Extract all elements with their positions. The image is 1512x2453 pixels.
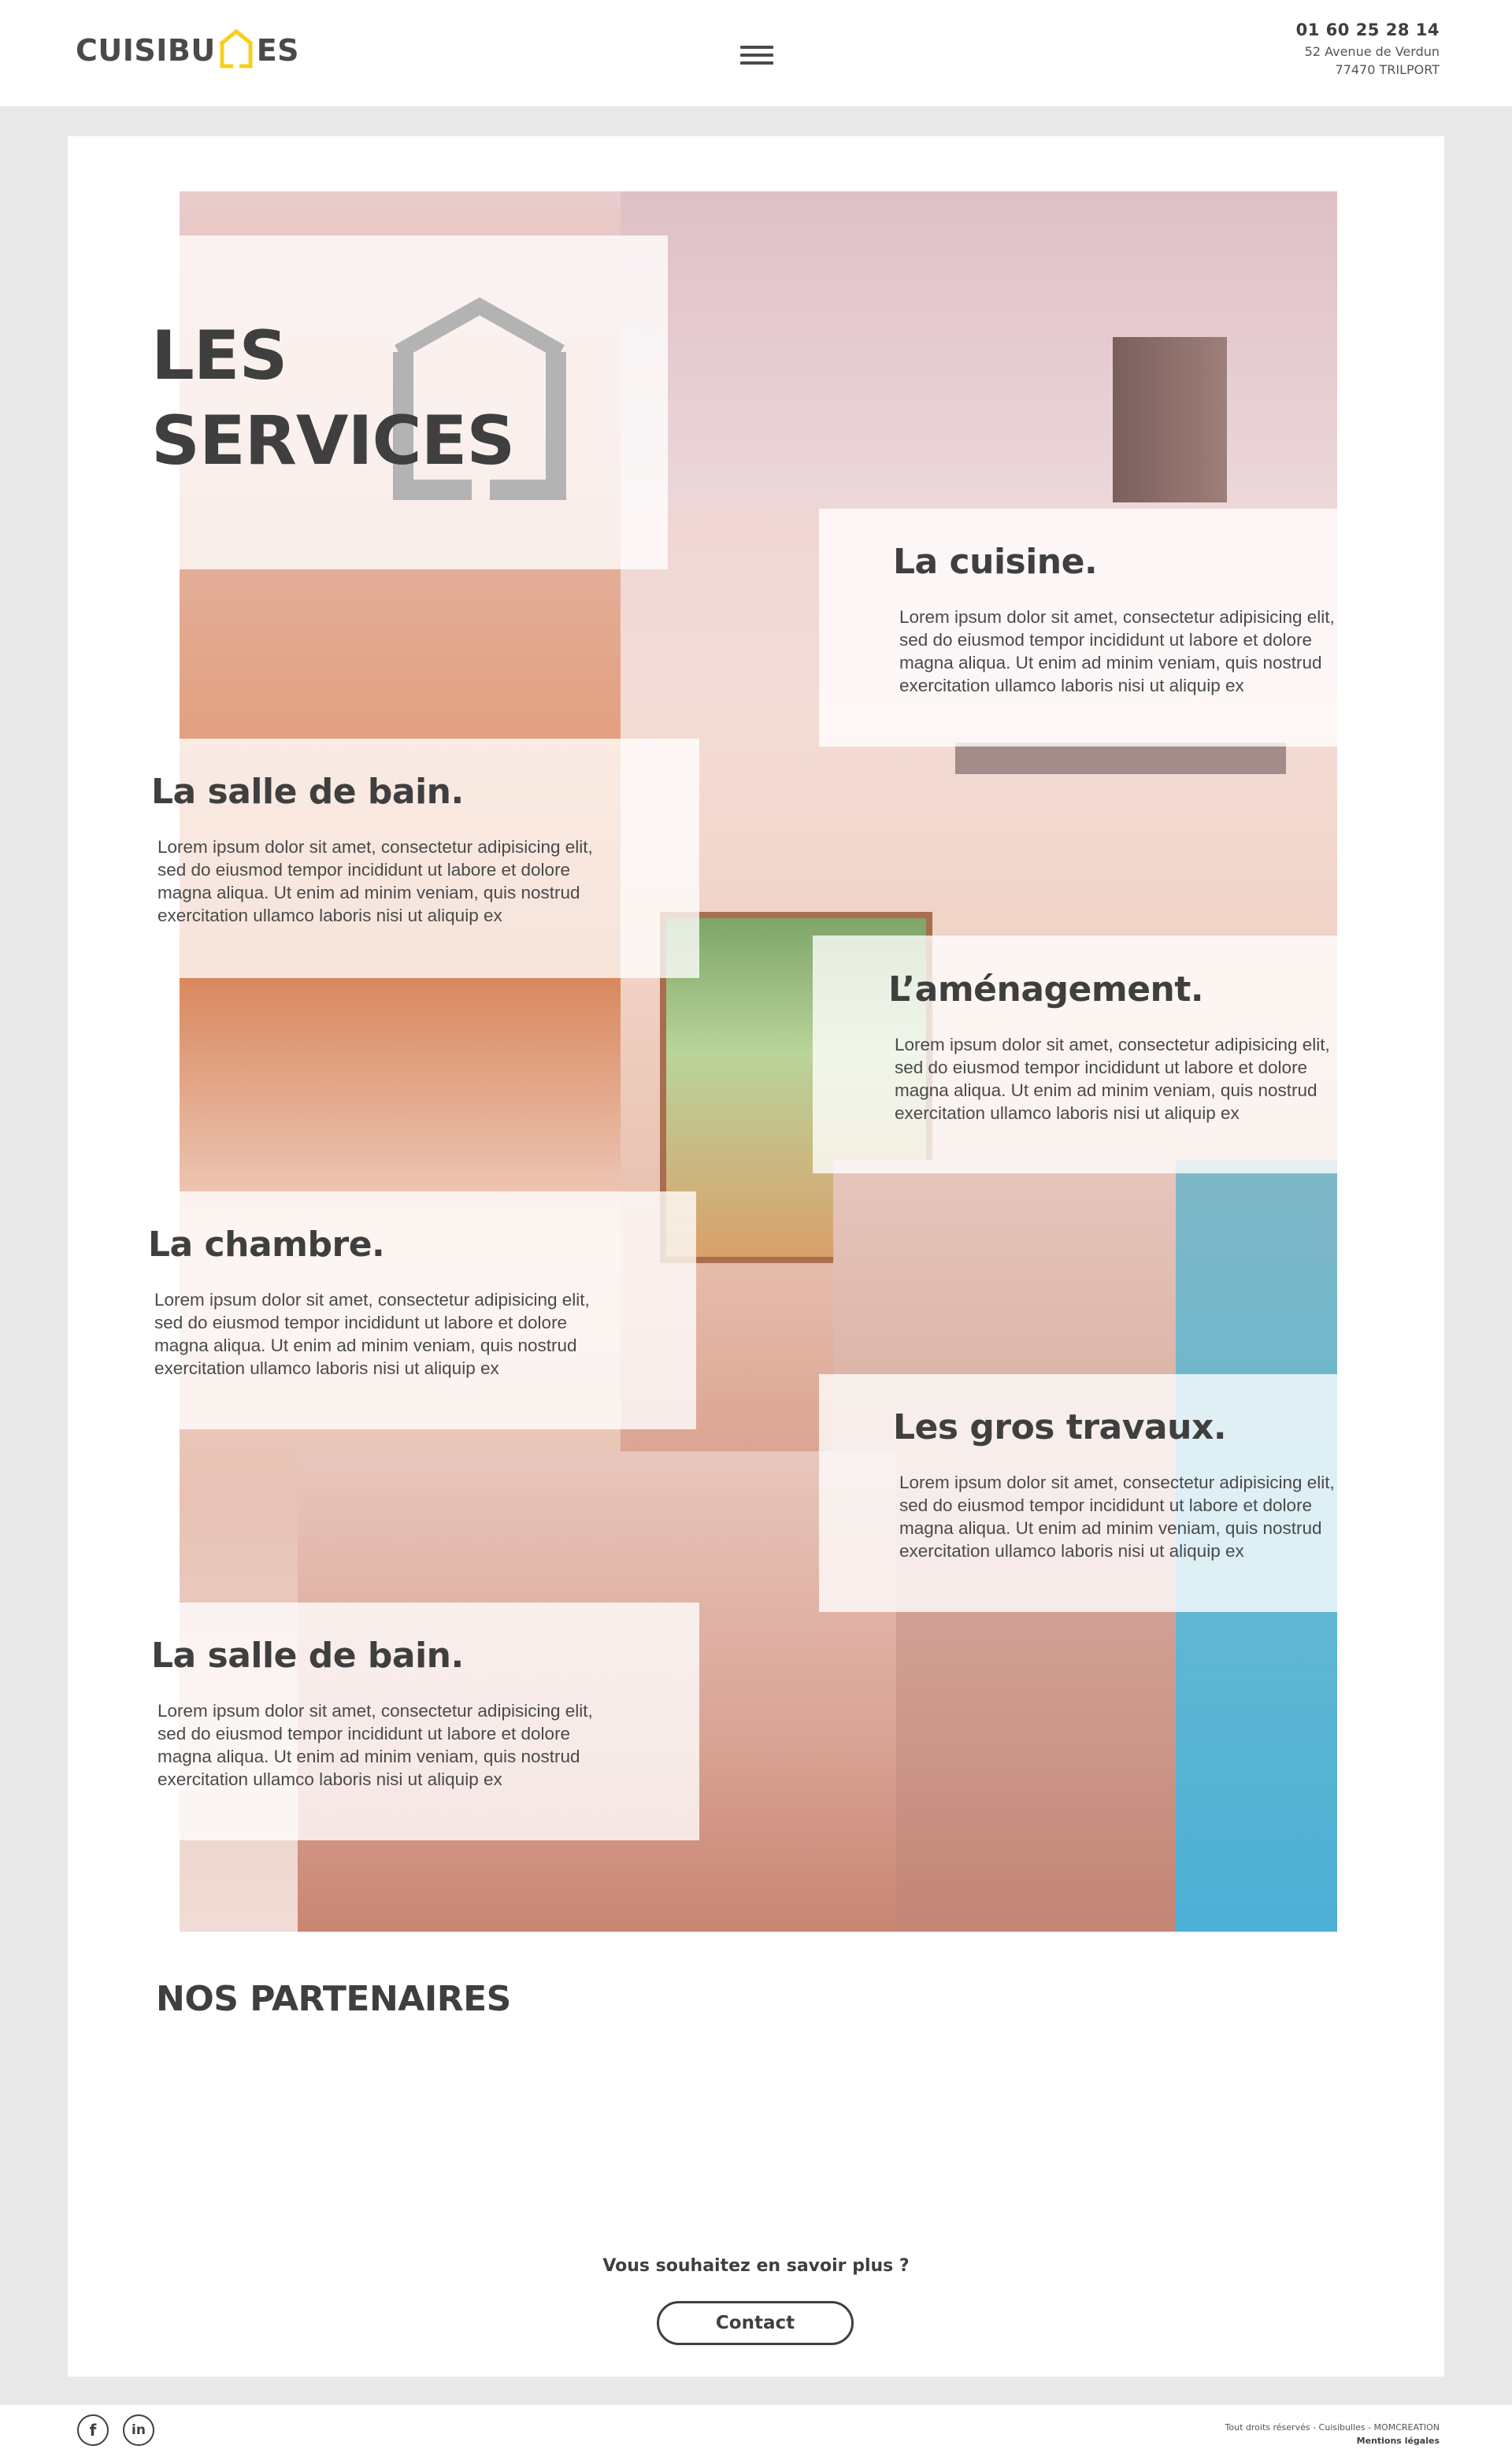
site-footer: f in Tout droits réservés - Cuisibulles … bbox=[0, 2405, 1512, 2453]
copyright-text: Tout droits réservés - Cuisibulles - MOM… bbox=[1225, 2422, 1440, 2433]
contact-button[interactable]: Contact bbox=[657, 2301, 854, 2345]
address-street: 52 Avenue de Verdun bbox=[1304, 44, 1440, 59]
linkedin-icon[interactable]: in bbox=[123, 2414, 154, 2446]
phone-number[interactable]: 01 60 25 28 14 bbox=[1296, 20, 1440, 39]
service-title: La chambre. bbox=[148, 1225, 385, 1265]
service-title: Les gros travaux. bbox=[893, 1407, 1227, 1447]
facebook-icon[interactable]: f bbox=[77, 2414, 109, 2446]
image-hood-vent bbox=[955, 743, 1286, 774]
footer-copyright: Tout droits réservés - Cuisibulles - MOM… bbox=[1225, 2421, 1440, 2447]
service-description: Lorem ipsum dolor sit amet, consectetur … bbox=[158, 837, 593, 925]
main-content: LES SERVICES La cuisine. Lorem ipsum dol… bbox=[68, 136, 1444, 2377]
service-description: Lorem ipsum dolor sit amet, consectetur … bbox=[154, 1290, 590, 1378]
service-title: La cuisine. bbox=[893, 542, 1098, 582]
header-contact: 01 60 25 28 14 52 Avenue de Verdun 77470… bbox=[1296, 20, 1440, 77]
service-description: Lorem ipsum dolor sit amet, consectetur … bbox=[899, 607, 1335, 695]
legal-notice-link[interactable]: Mentions légales bbox=[1225, 2434, 1440, 2447]
site-header: CUISIBU ES 01 60 25 28 14 52 Avenue de V… bbox=[0, 0, 1512, 106]
service-description: Lorem ipsum dolor sit amet, consectetur … bbox=[899, 1473, 1335, 1561]
address-city: 77470 TRILPORT bbox=[1335, 62, 1440, 77]
logo-text-left: CUISIBU bbox=[76, 33, 216, 68]
page-title-line1: LES bbox=[151, 317, 288, 395]
service-title: La salle de bain. bbox=[151, 772, 464, 812]
menu-bar bbox=[740, 61, 773, 65]
logo-text-right: ES bbox=[256, 33, 300, 68]
menu-bar bbox=[740, 54, 773, 57]
menu-bar bbox=[740, 46, 773, 49]
hamburger-menu-icon[interactable] bbox=[740, 41, 773, 68]
service-description: Lorem ipsum dolor sit amet, consectetur … bbox=[158, 1701, 593, 1789]
service-title: L’aménagement. bbox=[888, 969, 1204, 1010]
image-range-hood bbox=[1113, 337, 1227, 502]
partners-heading: NOS PARTENAIRES bbox=[156, 1979, 511, 2019]
service-description: Lorem ipsum dolor sit amet, consectetur … bbox=[895, 1035, 1330, 1123]
page-title-line2: SERVICES bbox=[151, 402, 515, 480]
page-title: LES SERVICES bbox=[151, 313, 515, 484]
image-ceiling bbox=[621, 191, 1337, 506]
service-title: La salle de bain. bbox=[151, 1636, 464, 1676]
cta-question: Vous souhaitez en savoir plus ? bbox=[602, 2256, 910, 2276]
site-logo[interactable]: CUISIBU ES bbox=[76, 27, 299, 74]
house-logo-icon bbox=[219, 28, 254, 69]
